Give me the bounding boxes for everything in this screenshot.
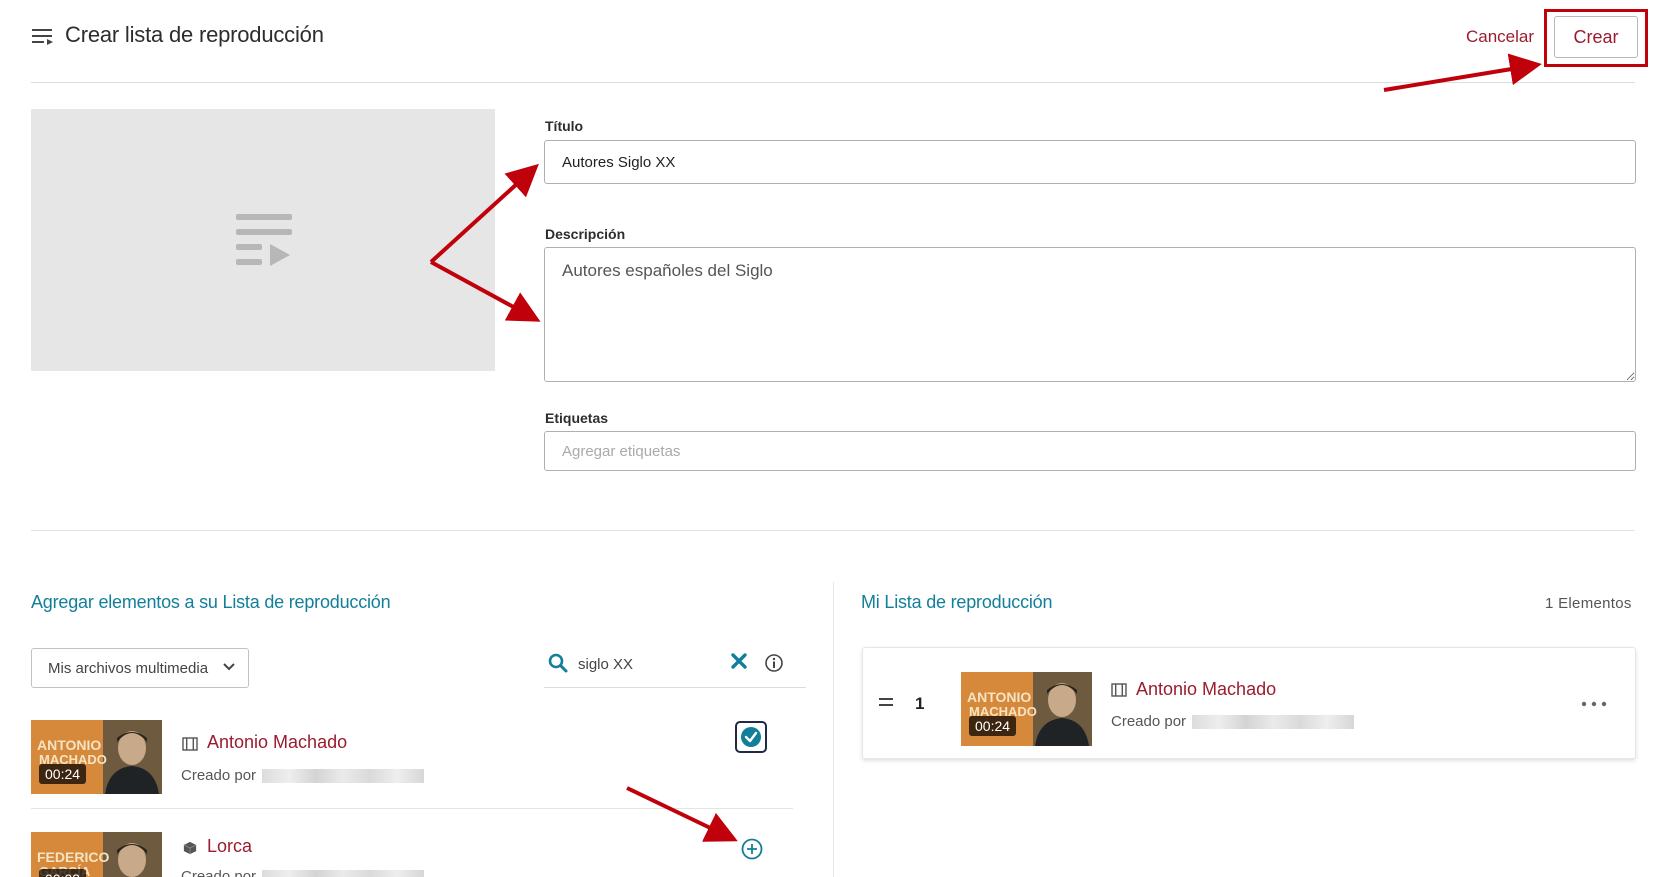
media-thumbnail[interactable]: ANTONIO MACHADO 00:24 bbox=[961, 672, 1092, 746]
add-item-icon[interactable] bbox=[741, 838, 763, 860]
media-thumbnail[interactable]: FEDERICO GARCÍA 00:03 bbox=[31, 832, 162, 877]
media-item-creator: Creado por bbox=[181, 767, 257, 784]
title-label: Título bbox=[545, 118, 584, 134]
media-item-title[interactable]: Antonio Machado bbox=[207, 732, 347, 753]
arrow-to-add bbox=[626, 786, 738, 842]
film-icon bbox=[182, 737, 198, 751]
redacted-creator-name bbox=[262, 769, 424, 783]
more-options-icon[interactable] bbox=[1581, 700, 1607, 708]
selected-checkbox[interactable] bbox=[735, 721, 767, 753]
thumbnail-caption-1: FEDERICO bbox=[37, 849, 109, 865]
search-input[interactable] bbox=[578, 651, 708, 677]
description-textarea[interactable]: Autores españoles del Siglo bbox=[544, 247, 1636, 382]
drag-handle-icon[interactable] bbox=[879, 697, 893, 707]
duration-badge: 00:24 bbox=[969, 716, 1017, 736]
section-divider bbox=[31, 530, 1635, 531]
list-item-divider bbox=[31, 808, 793, 809]
playlist-menu-icon bbox=[32, 29, 53, 45]
playlist-item-title[interactable]: Antonio Machado bbox=[1136, 679, 1276, 700]
playlist-placeholder-icon bbox=[236, 214, 292, 266]
duration-badge: 00:24 bbox=[39, 764, 87, 784]
add-items-title: Agregar elementos a su Lista de reproduc… bbox=[31, 592, 391, 612]
search-icon bbox=[548, 653, 568, 673]
media-source-select[interactable]: Mis archivos multimedia bbox=[31, 648, 249, 688]
title-input[interactable] bbox=[544, 140, 1636, 184]
media-item-title[interactable]: Lorca bbox=[207, 836, 252, 857]
description-label: Descripción bbox=[545, 226, 626, 242]
redacted-creator-name bbox=[1192, 715, 1354, 729]
media-source-select-value: Mis archivos multimedia bbox=[48, 659, 209, 677]
header-divider bbox=[31, 82, 1635, 83]
film-icon bbox=[1111, 683, 1127, 697]
create-button[interactable]: Crear bbox=[1554, 16, 1638, 58]
search-underline bbox=[544, 687, 806, 688]
duration-badge: 00:03 bbox=[39, 869, 87, 877]
thumbnail-caption-1: ANTONIO bbox=[967, 689, 1031, 705]
redacted-creator-name bbox=[262, 870, 424, 877]
clear-search-icon[interactable] bbox=[730, 652, 748, 670]
playlist-item-creator: Creado por bbox=[1111, 713, 1187, 730]
tags-label: Etiquetas bbox=[545, 410, 609, 426]
page-title: Crear lista de reproducción bbox=[65, 22, 324, 47]
tags-input[interactable] bbox=[544, 431, 1636, 471]
media-item-creator: Creado por bbox=[181, 868, 257, 877]
items-count: 1 Elementos bbox=[1545, 595, 1632, 612]
media-thumbnail[interactable]: ANTONIO MACHADO 00:24 bbox=[31, 720, 162, 794]
arrow-to-create bbox=[1383, 53, 1542, 92]
info-icon[interactable] bbox=[764, 653, 784, 673]
cube-icon bbox=[183, 841, 197, 855]
cancel-link[interactable]: Cancelar bbox=[1466, 27, 1534, 47]
column-divider bbox=[833, 582, 834, 877]
thumbnail-caption-1: ANTONIO bbox=[37, 737, 101, 753]
my-playlist-title: Mi Lista de reproducción bbox=[861, 592, 1053, 612]
chevron-down-icon bbox=[223, 663, 235, 671]
playlist-item-position: 1 bbox=[915, 694, 925, 713]
